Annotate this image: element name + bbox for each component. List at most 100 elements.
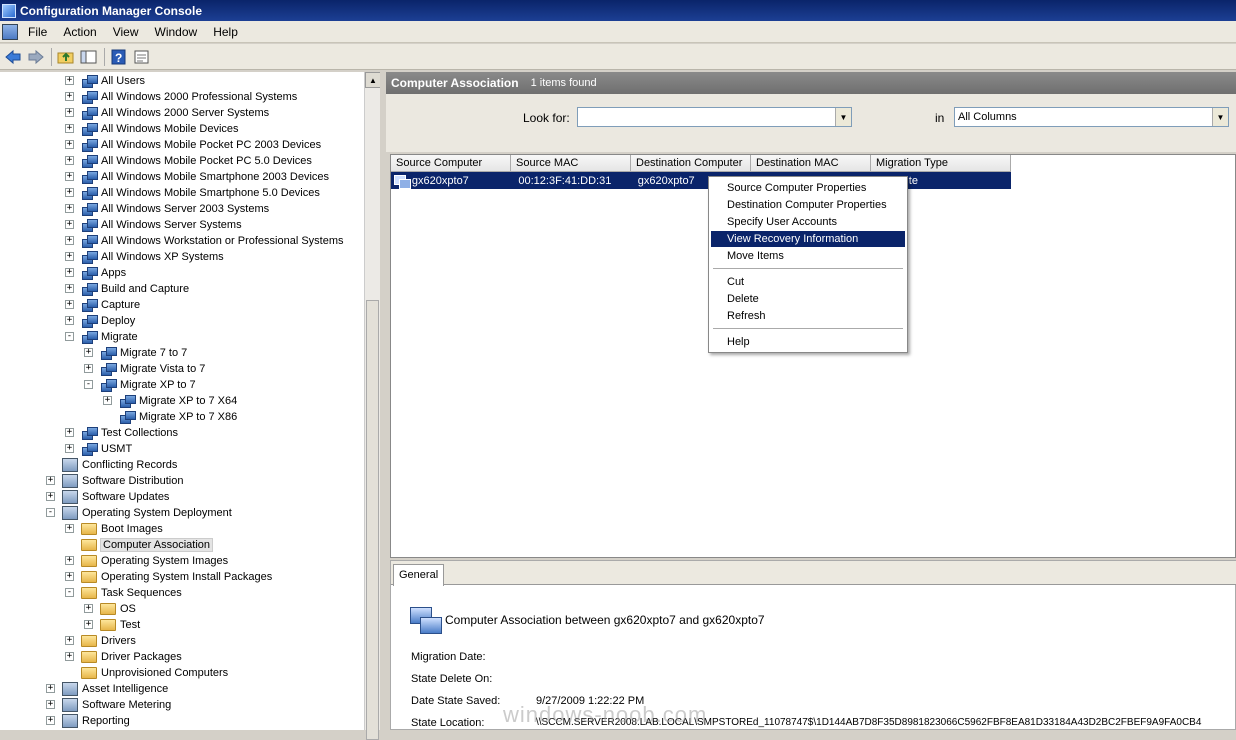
- expand-icon[interactable]: +: [65, 268, 74, 277]
- tree-node[interactable]: All Windows 2000 Professional Systems: [81, 89, 298, 105]
- expand-icon[interactable]: +: [46, 492, 55, 501]
- system-menu-icon[interactable]: [2, 23, 18, 40]
- expand-icon[interactable]: +: [65, 156, 74, 165]
- expand-icon[interactable]: +: [84, 604, 93, 613]
- tab-general[interactable]: General: [393, 564, 445, 586]
- collapse-icon[interactable]: -: [84, 380, 93, 389]
- back-arrow-icon[interactable]: [2, 46, 24, 68]
- expand-icon[interactable]: +: [65, 92, 74, 101]
- menu-item-destination-computer-properties[interactable]: Destination Computer Properties: [711, 197, 905, 213]
- expand-icon[interactable]: +: [65, 236, 74, 245]
- tree-node[interactable]: Test: [100, 617, 141, 633]
- expand-icon[interactable]: +: [65, 76, 74, 85]
- tree-node[interactable]: All Windows Mobile Smartphone 5.0 Device…: [81, 185, 321, 201]
- tree-node[interactable]: Task Sequences: [81, 585, 183, 601]
- expand-icon[interactable]: +: [84, 364, 93, 373]
- chevron-down-icon[interactable]: ▼: [1212, 108, 1228, 126]
- tree-node[interactable]: Computer Association: [81, 537, 213, 553]
- tree-node[interactable]: Boot Images: [81, 521, 164, 537]
- menu-item-cut[interactable]: Cut: [711, 274, 905, 290]
- collapse-icon[interactable]: -: [65, 588, 74, 597]
- properties-icon[interactable]: [131, 46, 153, 68]
- tree-node[interactable]: All Windows Mobile Devices: [81, 121, 240, 137]
- expand-icon[interactable]: +: [65, 572, 74, 581]
- expand-icon[interactable]: +: [65, 300, 74, 309]
- tree-node[interactable]: Operating System Images: [81, 553, 229, 569]
- tree-node[interactable]: All Windows Workstation or Professional …: [81, 233, 345, 249]
- expand-icon[interactable]: +: [65, 188, 74, 197]
- tree-node[interactable]: Software Updates: [62, 489, 170, 505]
- expand-icon[interactable]: +: [65, 284, 74, 293]
- tree-node[interactable]: All Users: [81, 73, 146, 89]
- menu-window[interactable]: Window: [147, 25, 206, 39]
- expand-icon[interactable]: +: [65, 316, 74, 325]
- tree-node[interactable]: USMT: [81, 441, 133, 457]
- tree-node[interactable]: Capture: [81, 297, 141, 313]
- menu-file[interactable]: File: [20, 25, 55, 39]
- expand-icon[interactable]: +: [103, 396, 112, 405]
- tree-node[interactable]: All Windows Mobile Pocket PC 2003 Device…: [81, 137, 322, 153]
- expand-icon[interactable]: +: [65, 172, 74, 181]
- tree-node[interactable]: Asset Intelligence: [62, 681, 169, 697]
- tree-node[interactable]: Drivers: [81, 633, 137, 649]
- expand-icon[interactable]: +: [65, 108, 74, 117]
- expand-icon[interactable]: +: [65, 220, 74, 229]
- tree-node[interactable]: All Windows XP Systems: [81, 249, 225, 265]
- tree-node[interactable]: Deploy: [81, 313, 136, 329]
- expand-icon[interactable]: +: [65, 204, 74, 213]
- expand-icon[interactable]: +: [65, 556, 74, 565]
- tree-node[interactable]: Reporting: [62, 713, 131, 729]
- scrollbar-thumb[interactable]: [366, 300, 379, 740]
- tree-node[interactable]: Migrate: [81, 329, 139, 345]
- tree-node[interactable]: Test Collections: [81, 425, 179, 441]
- tree-node[interactable]: All Windows 2000 Server Systems: [81, 105, 270, 121]
- up-folder-icon[interactable]: [55, 46, 77, 68]
- chevron-down-icon[interactable]: ▼: [835, 108, 851, 126]
- expand-icon[interactable]: +: [65, 652, 74, 661]
- tree-node[interactable]: Migrate XP to 7 X64: [119, 393, 238, 409]
- tree-node[interactable]: Build and Capture: [81, 281, 190, 297]
- tree-node[interactable]: Migrate Vista to 7: [100, 361, 206, 377]
- tree-node[interactable]: All Windows Server Systems: [81, 217, 243, 233]
- column-header-source-mac[interactable]: Source MAC: [511, 155, 631, 172]
- menu-view[interactable]: View: [105, 25, 147, 39]
- tree-node[interactable]: Operating System Install Packages: [81, 569, 273, 585]
- column-header-destination-computer[interactable]: Destination Computer: [631, 155, 751, 172]
- table-row[interactable]: gx620xpto7 00:12:3F:41:DD:31 gx620xpto7 …: [391, 172, 1011, 189]
- menu-item-refresh[interactable]: Refresh: [711, 308, 905, 324]
- search-column-select[interactable]: All Columns ▼: [954, 107, 1229, 127]
- menu-help[interactable]: Help: [205, 25, 246, 39]
- tree-node[interactable]: All Windows Mobile Smartphone 2003 Devic…: [81, 169, 330, 185]
- menu-item-specify-user-accounts[interactable]: Specify User Accounts: [711, 214, 905, 230]
- expand-icon[interactable]: +: [84, 620, 93, 629]
- expand-icon[interactable]: +: [65, 524, 74, 533]
- tree-node[interactable]: All Windows Mobile Pocket PC 5.0 Devices: [81, 153, 313, 169]
- expand-icon[interactable]: +: [65, 428, 74, 437]
- console-tree[interactable]: All Users + All Windows 2000 Professional …: [0, 72, 364, 730]
- forward-arrow-icon[interactable]: [25, 46, 47, 68]
- expand-icon[interactable]: +: [46, 684, 55, 693]
- tree-node[interactable]: Conflicting Records: [62, 457, 178, 473]
- help-icon[interactable]: ?: [108, 46, 130, 68]
- column-header-source-computer[interactable]: Source Computer: [391, 155, 511, 172]
- tree-scrollbar[interactable]: ▲: [364, 72, 381, 740]
- column-header-migration-type[interactable]: Migration Type: [871, 155, 1011, 172]
- show-hide-tree-icon[interactable]: [78, 46, 100, 68]
- menu-item-view-recovery-information[interactable]: View Recovery Information: [711, 231, 905, 247]
- collapse-icon[interactable]: -: [65, 332, 74, 341]
- tree-node[interactable]: Operating System Deployment: [62, 505, 233, 521]
- menu-item-move-items[interactable]: Move Items: [711, 248, 905, 264]
- tree-node[interactable]: Unprovisioned Computers: [81, 665, 229, 681]
- tree-node[interactable]: Software Distribution: [62, 473, 185, 489]
- menu-action[interactable]: Action: [55, 25, 104, 39]
- expand-icon[interactable]: +: [65, 140, 74, 149]
- expand-icon[interactable]: +: [46, 476, 55, 485]
- tree-node[interactable]: Migrate 7 to 7: [100, 345, 188, 361]
- menu-item-source-computer-properties[interactable]: Source Computer Properties: [711, 180, 905, 196]
- expand-icon[interactable]: +: [65, 124, 74, 133]
- tree-node[interactable]: Apps: [81, 265, 127, 281]
- collapse-icon[interactable]: -: [46, 508, 55, 517]
- tree-node[interactable]: OS: [100, 601, 137, 617]
- expand-icon[interactable]: +: [65, 444, 74, 453]
- tree-node[interactable]: All Windows Server 2003 Systems: [81, 201, 270, 217]
